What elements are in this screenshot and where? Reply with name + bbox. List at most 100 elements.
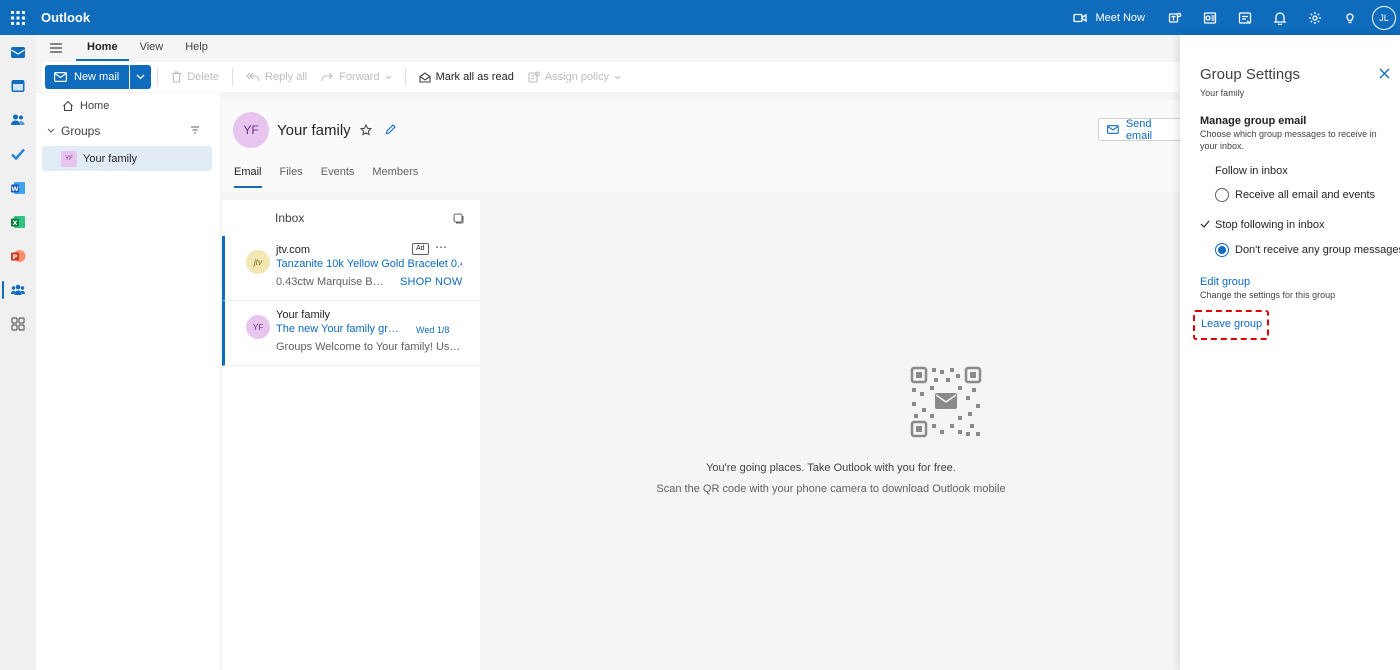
- radio-receive-all[interactable]: [1215, 188, 1229, 202]
- shop-now-link[interactable]: SHOP NOW: [400, 276, 463, 288]
- message-list: Inbox jtv jtv.com Ad ⋯ Tanzanite 10k Yel…: [222, 200, 480, 670]
- calendar-icon[interactable]: [0, 69, 36, 103]
- receive-all-label: Receive all email and events: [1235, 189, 1376, 201]
- dont-receive-option[interactable]: Don't receive any group messages: [1215, 243, 1400, 257]
- sender-avatar: jtv: [246, 250, 270, 274]
- outlook-icon[interactable]: [1192, 0, 1227, 35]
- home-icon: [63, 100, 73, 112]
- group-tabs: Email Files Events Members: [234, 166, 418, 188]
- leave-group-highlight: Leave group: [1193, 310, 1269, 340]
- checkmark-icon: [1200, 220, 1210, 228]
- message-preview: Groups Welcome to Your family! Use the g…: [276, 341, 462, 353]
- reading-pane: You're going places. Take Outlook with y…: [482, 200, 1180, 670]
- mail-icon[interactable]: [0, 35, 36, 69]
- star-icon[interactable]: [360, 124, 372, 136]
- new-mail-button[interactable]: New mail: [45, 65, 130, 89]
- toolbar-divider: [232, 68, 234, 86]
- chevron-down-icon: [136, 74, 145, 80]
- more-apps-icon[interactable]: [0, 307, 36, 341]
- inbox-title: Inbox: [275, 211, 305, 225]
- hamburger-icon[interactable]: [36, 35, 76, 61]
- lightbulb-icon[interactable]: [1332, 0, 1367, 35]
- tab-help[interactable]: Help: [174, 35, 219, 61]
- forward-button[interactable]: Forward: [314, 71, 398, 83]
- toolbar-divider: [157, 68, 159, 86]
- envelope-icon: [1107, 125, 1119, 134]
- receive-all-option[interactable]: Receive all email and events: [1215, 188, 1375, 202]
- word-icon[interactable]: W: [0, 171, 36, 205]
- teams-icon[interactable]: [1157, 0, 1192, 35]
- dont-receive-label: Don't receive any group messages: [1235, 244, 1400, 256]
- people-icon[interactable]: [0, 103, 36, 137]
- nav-home[interactable]: Home: [36, 94, 220, 118]
- manage-email-description: Choose which group messages to receive i…: [1200, 129, 1377, 151]
- app-launcher-icon[interactable]: [0, 0, 35, 35]
- stop-following-option[interactable]: Stop following in inbox: [1215, 219, 1324, 231]
- panel-subtitle: Your family: [1200, 88, 1245, 98]
- my-day-icon[interactable]: [1227, 0, 1262, 35]
- leave-group-link[interactable]: Leave group: [1201, 318, 1262, 330]
- group-item-label: Your family: [83, 152, 138, 165]
- select-mode-icon[interactable]: [453, 213, 464, 224]
- meet-now-label: Meet Now: [1095, 11, 1145, 24]
- new-mail-label: New mail: [74, 71, 120, 83]
- tab-members[interactable]: Members: [372, 166, 418, 188]
- assign-policy-button[interactable]: Assign policy: [521, 71, 628, 83]
- svg-text:X: X: [12, 219, 17, 227]
- account-avatar[interactable]: JL: [1372, 5, 1396, 30]
- envelope-icon: [54, 72, 67, 82]
- meet-now-button[interactable]: Meet Now: [1061, 12, 1157, 24]
- forward-label: Forward: [339, 71, 380, 83]
- tab-view[interactable]: View: [129, 35, 175, 61]
- excel-icon[interactable]: X: [0, 205, 36, 239]
- send-email-button[interactable]: Send email: [1098, 118, 1180, 142]
- ad-badge: Ad: [412, 243, 429, 255]
- message-subject: Tanzanite 10k Yellow Gold Bracelet 0.43c…: [276, 258, 462, 270]
- ribbon-toolbar: New mail Delete Reply all Forward Mark a…: [42, 62, 1180, 92]
- radio-dont-receive[interactable]: [1215, 243, 1229, 257]
- mark-all-read-button[interactable]: Mark all as read: [412, 71, 521, 83]
- envelope-open-icon: [419, 71, 431, 83]
- close-icon[interactable]: [1379, 68, 1390, 79]
- ribbon-tabs: Home View Help: [36, 35, 1180, 61]
- manage-email-heading: Manage group email: [1200, 115, 1307, 127]
- todo-icon[interactable]: [0, 137, 36, 171]
- app-title[interactable]: Outlook: [41, 10, 90, 25]
- groups-section-header[interactable]: Groups: [36, 118, 220, 144]
- message-sender: jtv.com: [276, 244, 311, 256]
- powerpoint-icon[interactable]: P: [0, 239, 36, 273]
- tab-email[interactable]: Email: [234, 166, 262, 188]
- delete-label: Delete: [187, 71, 220, 83]
- tab-files[interactable]: Files: [280, 166, 303, 188]
- tab-events[interactable]: Events: [321, 166, 355, 188]
- sender-avatar: YF: [246, 315, 270, 339]
- message-list-header: Inbox: [222, 200, 480, 236]
- tab-home[interactable]: Home: [76, 35, 129, 61]
- delete-button[interactable]: Delete: [164, 71, 226, 83]
- toolbar-divider: [404, 68, 406, 86]
- group-title: Your family: [277, 122, 351, 139]
- chevron-down-icon: [47, 128, 55, 133]
- top-bar: Outlook Meet Now JL: [0, 0, 1400, 35]
- reply-all-label: Reply all: [265, 71, 308, 83]
- follow-in-inbox-option[interactable]: Follow in inbox: [1215, 165, 1288, 177]
- message-item[interactable]: YF Your family The new Your family group…: [222, 301, 480, 366]
- new-mail-dropdown[interactable]: [130, 65, 152, 89]
- mark-all-read-label: Mark all as read: [435, 71, 514, 83]
- pencil-icon[interactable]: [385, 124, 396, 135]
- reply-all-button[interactable]: Reply all: [239, 71, 314, 83]
- edit-group-link[interactable]: Edit group: [1200, 276, 1250, 288]
- message-item-ad[interactable]: jtv jtv.com Ad ⋯ Tanzanite 10k Yellow Go…: [222, 236, 480, 301]
- svg-text:W: W: [11, 185, 18, 193]
- top-actions: Meet Now JL: [1061, 0, 1400, 35]
- chevron-down-icon: [385, 75, 391, 79]
- more-options-icon[interactable]: ⋯: [435, 240, 447, 254]
- group-avatar: YF: [61, 150, 77, 167]
- groups-icon[interactable]: [0, 273, 36, 307]
- message-sender: Your family: [276, 309, 331, 321]
- folder-pane: Home Groups YF Your family: [36, 93, 220, 670]
- gear-icon[interactable]: [1297, 0, 1332, 35]
- filter-icon[interactable]: [190, 126, 200, 134]
- group-item-your-family[interactable]: YF Your family: [42, 146, 212, 171]
- bell-icon[interactable]: [1262, 0, 1297, 35]
